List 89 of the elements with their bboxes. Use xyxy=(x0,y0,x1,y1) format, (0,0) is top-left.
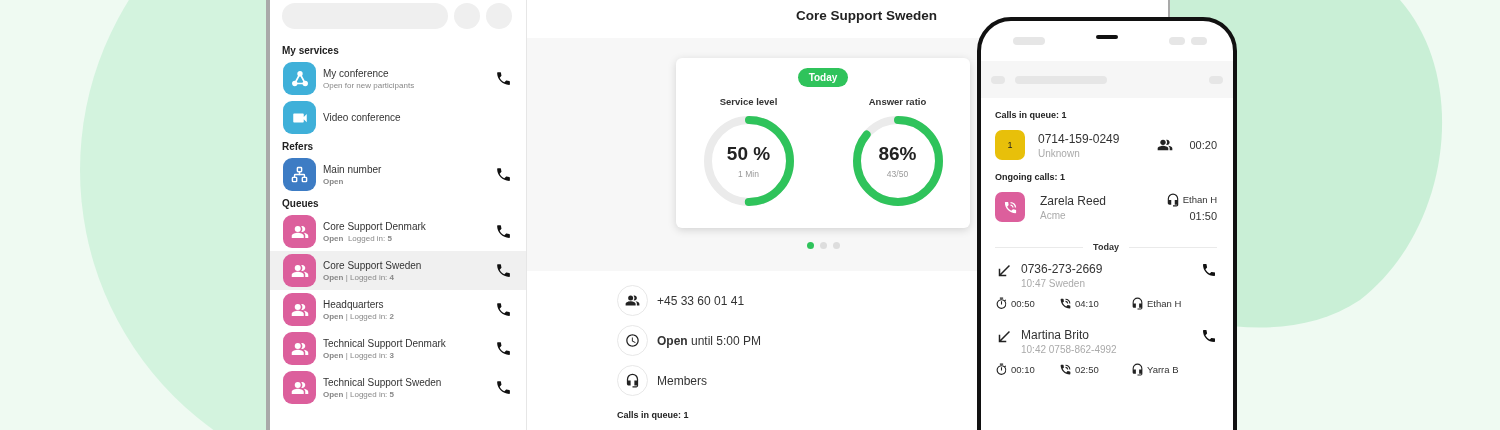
service-item[interactable]: Core Support Denmark Open Logged in: 5 xyxy=(270,212,526,251)
phone-icon[interactable] xyxy=(495,223,512,240)
phone-talk-icon xyxy=(1059,363,1072,376)
pager-dot[interactable] xyxy=(819,242,827,249)
phone-icon[interactable] xyxy=(495,262,512,279)
headset-icon xyxy=(1165,192,1180,207)
timer-icon xyxy=(995,297,1008,310)
status-placeholder xyxy=(1013,37,1045,45)
period-badge: Today xyxy=(797,68,849,87)
section-title: Calls in queue: 1 xyxy=(995,110,1068,120)
talk-time: 04:10 xyxy=(1075,298,1099,309)
service-name: Technical Support Sweden xyxy=(323,376,443,388)
wait-time: 00:50 xyxy=(1011,298,1035,309)
service-item[interactable]: Core Support Sweden Open | Logged in: 4 xyxy=(270,251,526,290)
info-text: Open until 5:00 PM xyxy=(657,333,762,348)
service-item[interactable]: Technical Support Denmark Open | Logged in: 3 xyxy=(270,329,526,368)
gauge-caption: 43/50 xyxy=(886,169,909,179)
phone-talk-icon xyxy=(1059,297,1072,310)
phone-icon[interactable] xyxy=(495,379,512,396)
phone-icon[interactable] xyxy=(495,301,512,318)
caller-company: Acme xyxy=(1040,209,1067,221)
section-title: Refers xyxy=(281,141,315,152)
info-text: Members xyxy=(657,373,707,388)
hierarchy-icon xyxy=(291,166,308,183)
headset-icon xyxy=(1131,297,1144,310)
service-name: Video conference xyxy=(323,112,402,123)
status-placeholder xyxy=(1191,37,1207,45)
pager-dot[interactable] xyxy=(806,242,814,249)
caller-name: Unknown xyxy=(1038,147,1081,159)
service-name: Core Support Sweden xyxy=(323,259,423,271)
page-title: Core Support Sweden xyxy=(796,8,937,23)
service-status: Open for new participants xyxy=(323,80,416,90)
info-text: +45 33 60 01 41 xyxy=(657,293,745,308)
headset-icon xyxy=(1131,363,1144,376)
service-item[interactable]: Headquarters Open | Logged in: 2 xyxy=(270,290,526,329)
gauge-value: 50 % xyxy=(726,143,771,165)
phone-icon[interactable] xyxy=(495,340,512,357)
gauge-caption: 1 Min xyxy=(738,169,759,179)
wait-time: 00:10 xyxy=(1011,364,1035,375)
headset-icon xyxy=(625,373,640,388)
gauge-label: Service level xyxy=(719,96,778,107)
service-name: Main number xyxy=(323,163,383,175)
phone-icon[interactable] xyxy=(1201,262,1217,278)
agent-name: Ethan H xyxy=(1182,194,1217,205)
service-item[interactable]: Technical Support Sweden Open | Logged in: 5 xyxy=(270,368,526,407)
service-status: Open | Logged in: 5 xyxy=(323,389,396,399)
clock-icon xyxy=(625,333,640,348)
section-title: Calls in queue: 1 xyxy=(617,410,690,420)
gauge-label: Answer ratio xyxy=(868,96,927,107)
service-item[interactable]: Main number Open xyxy=(270,155,526,194)
section-title: Ongoing calls: 1 xyxy=(995,172,1066,182)
timer-icon xyxy=(995,363,1008,376)
agent-name: Yarra B xyxy=(1147,364,1179,375)
service-status: Open | Logged in: 2 xyxy=(323,311,396,321)
service-name: Core Support Denmark xyxy=(323,220,427,232)
call-details: 10:42 0758-862-4992 xyxy=(1021,344,1118,355)
call-details: 10:47 Sweden xyxy=(1021,278,1086,289)
service-name: Technical Support Denmark xyxy=(323,337,447,349)
queue-position-badge: 1 xyxy=(995,130,1025,160)
phone-icon[interactable] xyxy=(1201,328,1217,344)
service-name: My conference xyxy=(323,67,390,79)
wait-time: 00:20 xyxy=(1189,139,1217,151)
agent-name: Ethan H xyxy=(1147,298,1182,309)
notch xyxy=(1096,35,1118,39)
people-icon xyxy=(625,293,640,308)
status-placeholder xyxy=(1169,37,1185,45)
call-duration: 01:50 xyxy=(1189,209,1217,222)
phone-talk-icon xyxy=(1002,199,1018,215)
service-status: Open xyxy=(323,176,345,186)
section-title: Queues xyxy=(281,198,320,209)
phone-icon[interactable] xyxy=(495,70,512,87)
service-item[interactable]: Video conference xyxy=(270,98,526,137)
service-status: Open | Logged in: 3 xyxy=(323,350,396,360)
service-name: Headquarters xyxy=(323,298,385,310)
people-icon xyxy=(1157,137,1174,153)
call-title: 0736-273-2669 xyxy=(1021,262,1104,276)
pager-dot[interactable] xyxy=(832,242,840,249)
caller-number: 0714-159-0249 xyxy=(1038,131,1121,146)
day-divider: Today xyxy=(1093,242,1119,252)
gauge-value: 86% xyxy=(878,143,917,165)
section-title: My services xyxy=(281,45,340,56)
call-title: Martina Brito xyxy=(1021,328,1091,342)
network-icon xyxy=(290,69,309,88)
service-item[interactable]: My conference Open for new participants xyxy=(270,59,526,98)
talk-time: 02:50 xyxy=(1075,364,1099,375)
service-status: Open | Logged in: 4 xyxy=(323,272,396,282)
service-status: Open Logged in: 5 xyxy=(323,233,393,243)
caller-name: Zarela Reed xyxy=(1040,193,1108,208)
phone-icon[interactable] xyxy=(495,166,512,183)
